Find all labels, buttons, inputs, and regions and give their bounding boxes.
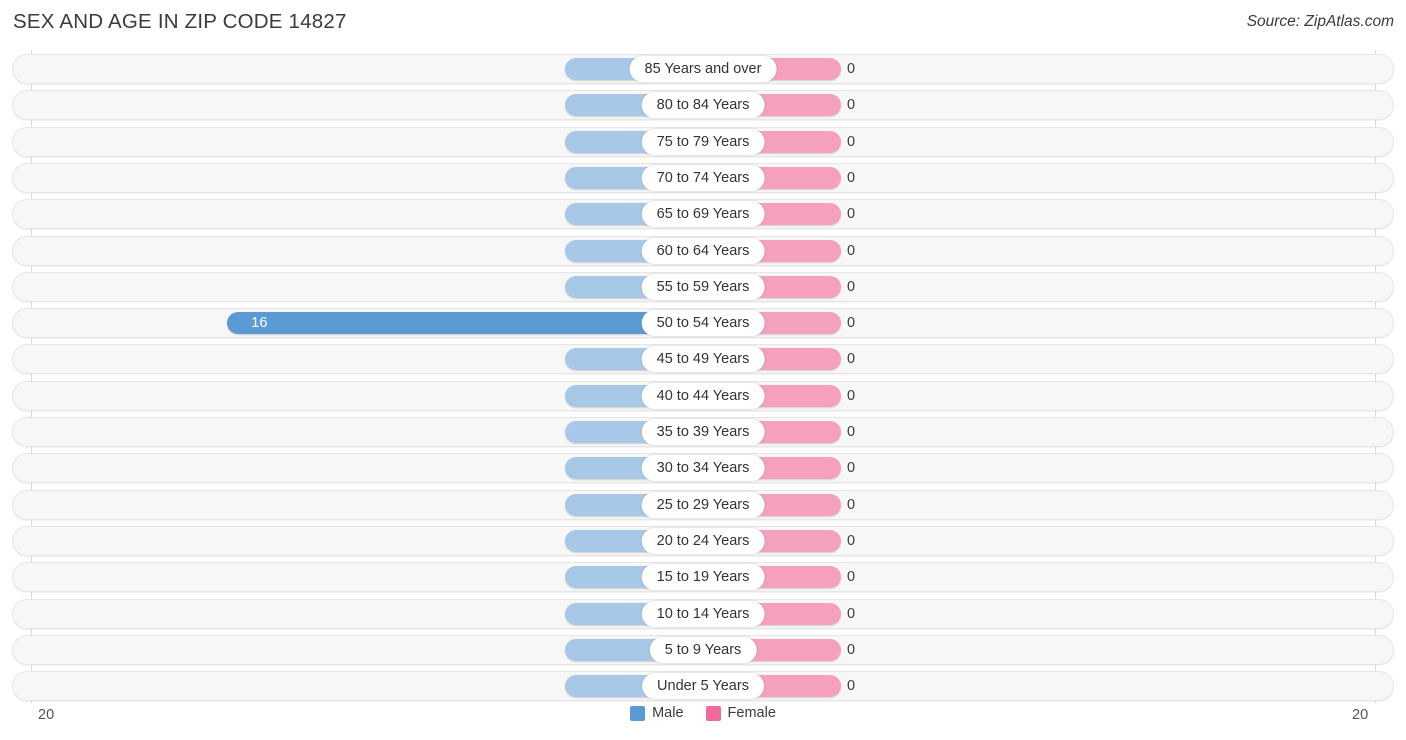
legend-item-female[interactable]: Female <box>705 705 776 721</box>
age-group-label: 45 to 49 Years <box>641 346 765 373</box>
value-female: 0 <box>847 569 856 586</box>
value-female: 0 <box>847 61 856 77</box>
value-female: 0 <box>847 315 856 332</box>
table-row[interactable]: 0020 to 24 Years <box>12 525 1394 556</box>
table-row[interactable]: 0010 to 14 Years <box>12 598 1394 629</box>
table-row[interactable]: 0045 to 49 Years <box>12 344 1394 375</box>
value-female: 0 <box>847 605 856 622</box>
value-female: 0 <box>847 169 856 186</box>
age-group-label: 25 to 29 Years <box>641 491 765 518</box>
value-female: 0 <box>847 278 856 295</box>
table-row[interactable]: 0055 to 59 Years <box>12 271 1394 302</box>
value-female: 0 <box>847 206 856 223</box>
age-group-label: 60 to 64 Years <box>641 237 765 264</box>
table-row[interactable]: 0040 to 44 Years <box>12 380 1394 411</box>
plot-area: 0 0 85 Years and over 0 0 80 to 84 Years 0 0 75 … <box>0 50 1406 703</box>
table-row[interactable]: 005 to 9 Years <box>12 634 1394 665</box>
age-group-label: 35 to 39 Years <box>641 419 765 445</box>
legend-swatch-female-icon <box>705 705 721 721</box>
value-female: 0 <box>847 641 856 658</box>
table-row[interactable]: 0035 to 39 Years <box>12 417 1394 447</box>
value-female: 0 <box>847 133 856 150</box>
table-row[interactable]: 0060 to 64 Years <box>12 235 1394 266</box>
table-row[interactable]: 0030 to 34 Years <box>12 453 1394 484</box>
table-row[interactable]: 0015 to 19 Years <box>12 562 1394 593</box>
value-female: 0 <box>847 532 856 549</box>
table-row[interactable]: 16 0 50 to 54 Years <box>12 308 1394 339</box>
table-row[interactable]: 0085 Years and over <box>12 54 1394 84</box>
table-row[interactable]: 0080 to 84 Years <box>12 90 1394 121</box>
age-group-label: 15 to 19 Years <box>641 564 765 591</box>
age-group-label: Under 5 Years <box>642 673 764 700</box>
age-group-label: 20 to 24 Years <box>641 527 765 554</box>
sex-and-age-chart: SEX AND AGE IN ZIP CODE 14827 Source: Zi… <box>0 0 1406 740</box>
table-row[interactable]: 0025 to 29 Years <box>12 489 1394 520</box>
value-female: 0 <box>847 242 856 259</box>
legend-item-male[interactable]: Male <box>630 705 684 721</box>
age-group-label: 30 to 34 Years <box>641 455 765 482</box>
age-group-label: 40 to 44 Years <box>641 382 765 409</box>
legend: Male Female <box>0 705 1406 721</box>
value-female: 0 <box>847 460 856 477</box>
age-group-label: 55 to 59 Years <box>641 273 765 300</box>
bar-male[interactable] <box>227 312 703 335</box>
age-group-label: 75 to 79 Years <box>641 128 765 155</box>
value-female: 0 <box>847 496 856 513</box>
table-row[interactable]: 00Under 5 Years <box>12 671 1394 702</box>
table-row[interactable]: 0075 to 79 Years <box>12 126 1394 157</box>
table-row[interactable]: 0070 to 74 Years <box>12 162 1394 193</box>
age-group-label: 5 to 9 Years <box>649 636 757 663</box>
value-female: 0 <box>847 97 856 114</box>
page-title: SEX AND AGE IN ZIP CODE 14827 <box>13 10 347 33</box>
source-attribution: Source: ZipAtlas.com <box>1246 13 1394 30</box>
age-group-label: 80 to 84 Years <box>641 92 765 119</box>
age-group-label: 50 to 54 Years <box>641 310 765 337</box>
legend-label-male: Male <box>652 705 684 721</box>
value-male: 16 <box>251 315 268 332</box>
value-female: 0 <box>847 351 856 368</box>
value-female: 0 <box>847 387 856 404</box>
value-female: 0 <box>847 678 856 695</box>
value-female: 0 <box>847 424 856 440</box>
age-group-label: 70 to 74 Years <box>641 164 765 191</box>
age-group-label: 10 to 14 Years <box>641 600 765 627</box>
age-group-label: 85 Years and over <box>629 56 777 82</box>
table-row[interactable]: 0065 to 69 Years <box>12 199 1394 230</box>
age-group-label: 65 to 69 Years <box>641 201 765 228</box>
legend-label-female: Female <box>727 705 776 721</box>
legend-swatch-male-icon <box>630 705 646 721</box>
